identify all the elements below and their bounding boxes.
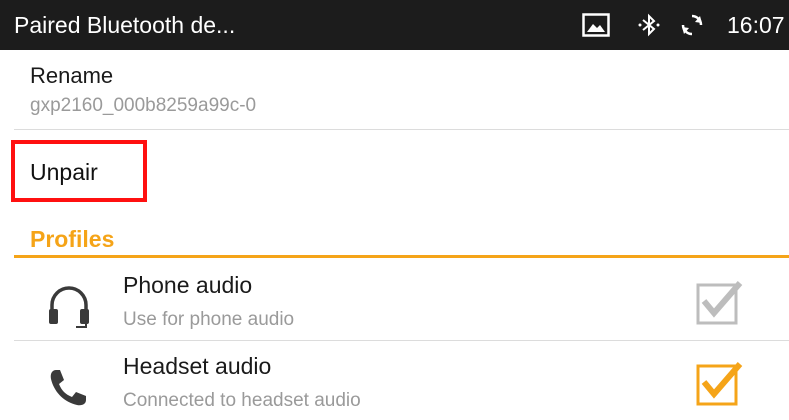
profile-title: Headset audio — [123, 353, 272, 379]
unpair-label: Unpair — [30, 159, 98, 185]
profiles-divider — [14, 255, 789, 258]
rename-row[interactable]: Rename gxp2160_000b8259a99c-0 — [0, 50, 789, 130]
headset-icon — [49, 286, 89, 328]
profiles-header: Profiles — [30, 226, 115, 252]
sync-icon — [681, 14, 703, 36]
unpair-button[interactable]: Unpair — [0, 130, 789, 220]
profile-subtitle: Use for phone audio — [123, 309, 295, 330]
rename-title: Rename — [30, 63, 114, 88]
phone-audio-checkbox[interactable] — [696, 275, 746, 325]
device-name: gxp2160_000b8259a99c-0 — [30, 95, 257, 116]
status-bar-time: 16:07 — [727, 12, 785, 38]
profile-subtitle: Connected to headset audio — [123, 390, 361, 411]
bluetooth-icon — [638, 13, 660, 37]
headset-audio-checkbox[interactable] — [696, 356, 746, 406]
image-icon — [582, 13, 610, 37]
profile-headset-audio[interactable]: Headset audio Connected to headset audio — [0, 340, 789, 420]
profile-title: Phone audio — [123, 272, 253, 298]
status-bar: Paired Bluetooth de... 16:07 — [0, 0, 789, 50]
status-bar-title: Paired Bluetooth de... — [14, 12, 236, 38]
phone-icon — [50, 370, 86, 406]
profile-phone-audio[interactable]: Phone audio Use for phone audio — [0, 259, 789, 339]
